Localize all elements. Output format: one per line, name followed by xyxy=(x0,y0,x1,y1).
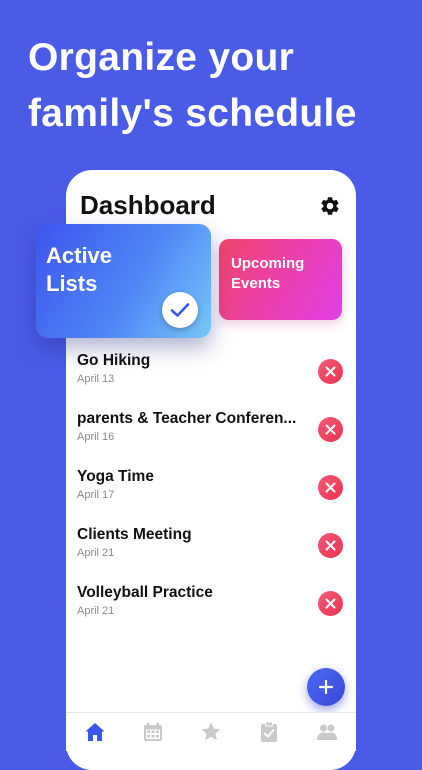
headline: Organize your family's schedule xyxy=(28,30,408,142)
plus-icon xyxy=(318,679,334,695)
upcoming-events-label: Upcoming Events xyxy=(231,255,305,292)
tab-bar xyxy=(66,712,356,751)
list-item[interactable]: Yoga Time April 17 xyxy=(66,456,356,514)
list-item-title: Yoga Time xyxy=(77,468,154,485)
list-item-date: April 13 xyxy=(77,373,115,385)
list: Go Hiking April 13 parents & Teacher Con… xyxy=(66,340,356,630)
headline-line-1: Organize your xyxy=(28,36,295,79)
calendar-icon[interactable] xyxy=(142,721,164,743)
list-item-title: Go Hiking xyxy=(77,352,151,369)
list-item-date: April 16 xyxy=(77,431,115,443)
upcoming-events-card[interactable]: Upcoming Events xyxy=(219,239,342,320)
home-icon[interactable] xyxy=(84,721,106,743)
checklist-icon[interactable] xyxy=(258,721,280,743)
settings-gear-icon[interactable] xyxy=(319,195,341,217)
delete-x-icon[interactable] xyxy=(318,359,343,384)
list-item[interactable]: Volleyball Practice April 21 xyxy=(66,572,356,630)
list-item-title: Clients Meeting xyxy=(77,526,192,543)
add-button[interactable] xyxy=(307,668,345,706)
list-item[interactable]: parents & Teacher Conferen... April 16 xyxy=(66,398,356,456)
list-item-date: April 21 xyxy=(77,605,115,617)
list-item-title: Volleyball Practice xyxy=(77,584,213,601)
active-lists-card[interactable]: Active Lists xyxy=(36,224,211,338)
headline-line-2: family's schedule xyxy=(28,92,357,135)
list-item-date: April 17 xyxy=(77,489,115,501)
delete-x-icon[interactable] xyxy=(318,591,343,616)
family-icon[interactable] xyxy=(316,721,338,743)
list-item-title: parents & Teacher Conferen... xyxy=(77,410,297,427)
page-title: Dashboard xyxy=(80,190,216,220)
delete-x-icon[interactable] xyxy=(318,533,343,558)
list-item[interactable]: Clients Meeting April 21 xyxy=(66,514,356,572)
star-icon[interactable] xyxy=(200,721,222,743)
list-item-date: April 21 xyxy=(77,547,115,559)
delete-x-icon[interactable] xyxy=(318,417,343,442)
list-item[interactable]: Go Hiking April 13 xyxy=(66,340,356,398)
delete-x-icon[interactable] xyxy=(318,475,343,500)
checkmark-icon xyxy=(162,292,198,328)
active-lists-label: Active Lists xyxy=(46,243,113,296)
